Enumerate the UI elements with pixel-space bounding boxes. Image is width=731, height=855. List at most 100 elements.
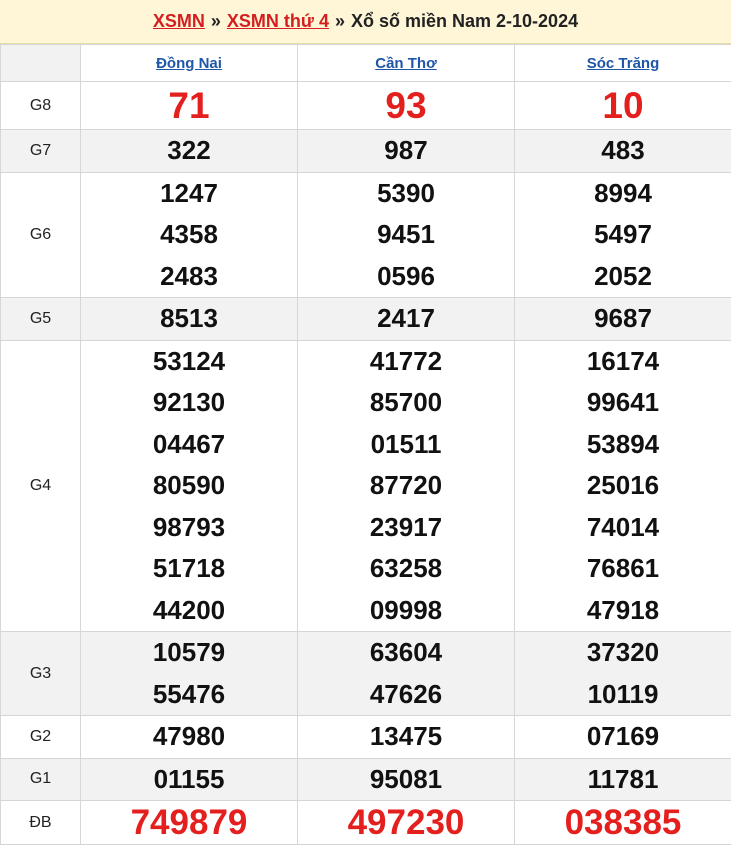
prize-cell: 038385 — [514, 800, 731, 845]
prize-number: 53894 — [586, 428, 660, 459]
prize-number: 10 — [602, 85, 644, 126]
prize-number: 71 — [168, 85, 210, 126]
prize-row-db: ĐB 749879 497230 038385 — [0, 800, 731, 845]
prize-number: 8513 — [160, 303, 218, 333]
prize-row-g2: G2 47980 13475 07169 — [0, 715, 731, 759]
prize-cell: 41772 85700 01511 87720 23917 63258 0999… — [297, 339, 515, 632]
prize-row-g6: G6 1247 4358 2483 5390 9451 0596 8994 54… — [0, 171, 731, 298]
prize-number: 47626 — [369, 678, 443, 709]
prize-number: 4358 — [160, 219, 218, 249]
prize-cell: 16174 99641 53894 25016 74014 76861 4791… — [514, 339, 731, 632]
prize-cell: 8994 5497 2052 — [514, 171, 731, 298]
prize-number: 01155 — [153, 763, 225, 794]
prize-cell: 93 — [297, 81, 515, 130]
prize-cell: 749879 — [80, 800, 298, 845]
province-header: Cần Thơ — [297, 44, 515, 82]
prize-number: 09998 — [369, 594, 443, 625]
prize-number: 85700 — [369, 387, 443, 417]
prize-cell: 47980 — [80, 715, 298, 759]
prize-number: 87720 — [369, 470, 443, 500]
prize-number: 63604 — [369, 637, 443, 667]
prize-label: G3 — [0, 631, 81, 716]
prize-label: G7 — [0, 129, 81, 173]
prize-cell: 53124 92130 04467 80590 98793 51718 4420… — [80, 339, 298, 632]
prize-number: 74014 — [586, 511, 660, 542]
province-header: Đồng Nai — [80, 44, 298, 82]
table-header-row: Đồng Nai Cần Thơ Sóc Trăng — [0, 44, 731, 82]
prize-number: 1247 — [160, 177, 218, 208]
prize-number: 10119 — [587, 678, 659, 709]
prize-number: 80590 — [152, 470, 226, 500]
prize-cell: 95081 — [297, 757, 515, 801]
prize-number: 92130 — [152, 387, 226, 417]
prize-number: 01511 — [370, 428, 442, 459]
prize-label: G2 — [0, 715, 81, 759]
prize-number: 51718 — [152, 553, 226, 583]
prize-cell: 11781 — [514, 757, 731, 801]
prize-number: 10579 — [152, 637, 226, 667]
province-link-dong-nai[interactable]: Đồng Nai — [156, 55, 222, 72]
page-title: Xổ số miền Nam 2-10-2024 — [350, 11, 579, 31]
prize-number: 25016 — [586, 470, 660, 500]
prize-cell: 2417 — [297, 297, 515, 341]
prize-label: ĐB — [0, 800, 81, 845]
prize-number: 23917 — [369, 511, 443, 542]
prize-number: 2483 — [160, 260, 218, 291]
breadcrumb-separator: » — [334, 11, 345, 31]
special-prize-number: 497230 — [347, 803, 465, 842]
prize-number: 8994 — [594, 177, 652, 208]
prize-number: 47980 — [152, 721, 226, 751]
prize-label: G4 — [0, 339, 81, 632]
prize-number: 98793 — [152, 511, 226, 542]
prize-number: 9451 — [377, 219, 435, 249]
prize-cell: 13475 — [297, 715, 515, 759]
results-table: Đồng Nai Cần Thơ Sóc Trăng G8 71 93 10 G… — [0, 44, 731, 845]
prize-cell: 63604 47626 — [297, 631, 515, 716]
prize-row-g4: G4 53124 92130 04467 80590 98793 51718 4… — [0, 339, 731, 632]
province-link-soc-trang[interactable]: Sóc Trăng — [587, 55, 660, 72]
prize-number: 93 — [385, 85, 427, 126]
prize-number: 5390 — [377, 177, 435, 208]
prize-number: 13475 — [369, 721, 443, 751]
prize-cell: 322 — [80, 129, 298, 173]
prize-row-g7: G7 322 987 483 — [0, 129, 731, 173]
special-prize-number: 749879 — [130, 803, 248, 842]
prize-cell: 8513 — [80, 297, 298, 341]
breadcrumb-separator: » — [210, 11, 221, 31]
prize-row-g3: G3 10579 55476 63604 47626 37320 10119 — [0, 631, 731, 716]
prize-row-g8: G8 71 93 10 — [0, 81, 731, 130]
prize-number: 76861 — [586, 553, 660, 583]
prize-label: G1 — [0, 757, 81, 801]
prize-number: 41772 — [369, 345, 443, 376]
prize-number: 99641 — [586, 387, 660, 417]
prize-row-g1: G1 01155 95081 11781 — [0, 757, 731, 801]
prize-number: 07169 — [586, 721, 660, 751]
prize-number: 95081 — [369, 763, 443, 794]
prize-number: 04467 — [152, 428, 226, 459]
prize-cell: 71 — [80, 81, 298, 130]
prize-number: 16174 — [586, 345, 660, 376]
prize-cell: 10579 55476 — [80, 631, 298, 716]
province-header: Sóc Trăng — [514, 44, 731, 82]
prize-label: G5 — [0, 297, 81, 341]
prize-number: 2052 — [594, 260, 652, 291]
prize-cell: 37320 10119 — [514, 631, 731, 716]
prize-cell: 01155 — [80, 757, 298, 801]
header-corner — [0, 44, 81, 82]
prize-number: 2417 — [377, 303, 435, 333]
prize-label: G8 — [0, 81, 81, 130]
breadcrumb-link-xsmn-thu-4[interactable]: XSMN thứ 4 — [227, 11, 329, 32]
breadcrumb-link-xsmn[interactable]: XSMN — [153, 11, 205, 32]
prize-cell: 07169 — [514, 715, 731, 759]
prize-cell: 10 — [514, 81, 731, 130]
prize-number: 483 — [601, 135, 645, 165]
province-link-can-tho[interactable]: Cần Thơ — [375, 55, 437, 72]
prize-number: 55476 — [152, 678, 226, 709]
prize-number: 5497 — [594, 219, 652, 249]
breadcrumb: XSMN » XSMN thứ 4 » Xổ số miền Nam 2-10-… — [0, 0, 731, 44]
prize-label: G6 — [0, 171, 81, 298]
prize-number: 37320 — [586, 637, 660, 667]
prize-number: 11781 — [587, 763, 659, 794]
prize-number: 53124 — [152, 345, 226, 376]
prize-cell: 9687 — [514, 297, 731, 341]
